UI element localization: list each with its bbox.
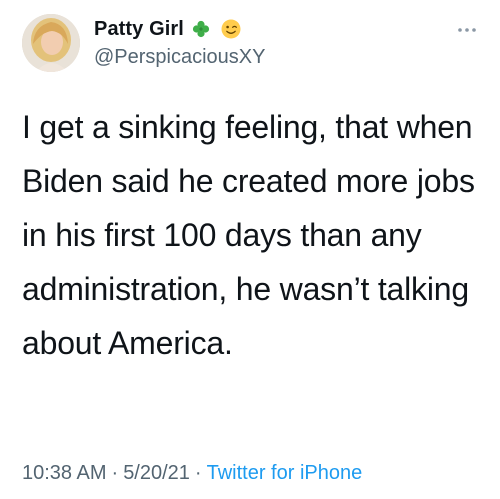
- tweet-author: Patty Girl @PerspicaciousXY: [94, 16, 265, 69]
- more-options-icon[interactable]: [456, 22, 478, 32]
- tweet-metadata: 10:38 AM · 5/20/21 · Twitter for iPhone: [22, 462, 362, 485]
- avatar[interactable]: [22, 14, 80, 72]
- separator: ·: [111, 462, 119, 484]
- tweet-header: Patty Girl @PerspicaciousXY: [22, 12, 478, 74]
- separator: ·: [194, 462, 202, 484]
- tweet-card: Patty Girl @PerspicaciousXY I get a sink…: [0, 0, 500, 499]
- tweet-text: I get a sinking feeling, that when Biden…: [22, 109, 475, 361]
- avatar-image: [22, 14, 80, 72]
- tweet-time[interactable]: 10:38 AM: [22, 462, 107, 484]
- four-leaf-clover-icon: [191, 19, 211, 39]
- display-name[interactable]: Patty Girl: [94, 18, 184, 41]
- winking-face-icon: [221, 19, 241, 39]
- user-handle[interactable]: @PerspicaciousXY: [94, 46, 265, 69]
- tweet-source-link[interactable]: Twitter for iPhone: [207, 462, 363, 484]
- display-name-row: Patty Girl: [94, 16, 265, 42]
- tweet-date[interactable]: 5/20/21: [123, 462, 190, 484]
